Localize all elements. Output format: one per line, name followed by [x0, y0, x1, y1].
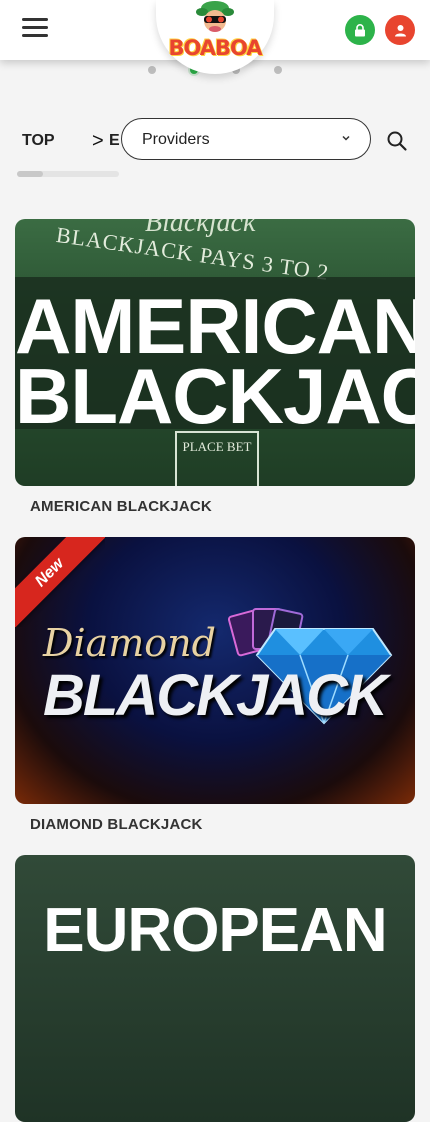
new-ribbon: New: [15, 537, 105, 627]
game-card-diamond-blackjack[interactable]: New Diamond BLACKJACK: [15, 537, 415, 804]
place-bet-box: PLACE BET: [175, 431, 259, 486]
game-card-european[interactable]: EUROPEAN: [15, 855, 415, 1122]
game-title[interactable]: DIAMOND BLACKJACK: [30, 816, 203, 833]
hamburger-menu-icon[interactable]: [22, 18, 48, 38]
category-tab-top[interactable]: TOP: [22, 132, 55, 150]
new-badge: New: [15, 537, 105, 627]
game-art-title-line2: BLACKJACK: [43, 663, 388, 728]
category-scrollbar[interactable]: [17, 171, 119, 177]
providers-dropdown[interactable]: Providers: [121, 118, 371, 160]
carousel-dot[interactable]: [148, 66, 156, 74]
game-title[interactable]: AMERICAN BLACKJACK: [30, 498, 212, 515]
lock-icon: [355, 23, 365, 36]
game-art-title-line2: BLACKJACK: [15, 352, 415, 440]
category-scroll-arrow[interactable]: >: [92, 130, 104, 153]
search-icon[interactable]: [386, 130, 408, 152]
providers-label: Providers: [142, 131, 210, 148]
carousel-dot[interactable]: [274, 66, 282, 74]
mascot-logo-icon: [196, 1, 234, 32]
logo-text: BOABOA: [168, 36, 262, 60]
game-art-title-line1: Diamond: [43, 621, 216, 665]
chevron-down-icon: [342, 135, 350, 141]
user-icon: [394, 24, 406, 36]
login-button[interactable]: [345, 15, 375, 45]
logo[interactable]: BOABOA: [156, 0, 274, 74]
game-art-title-line1: EUROPEAN: [43, 896, 387, 965]
category-tab-next[interactable]: E: [109, 132, 120, 150]
category-scrollbar-thumb[interactable]: [17, 171, 43, 177]
game-card-american-blackjack[interactable]: Blackjack BLACKJACK PAYS 3 TO 2 AMERICAN…: [15, 219, 415, 486]
register-button[interactable]: [385, 15, 415, 45]
